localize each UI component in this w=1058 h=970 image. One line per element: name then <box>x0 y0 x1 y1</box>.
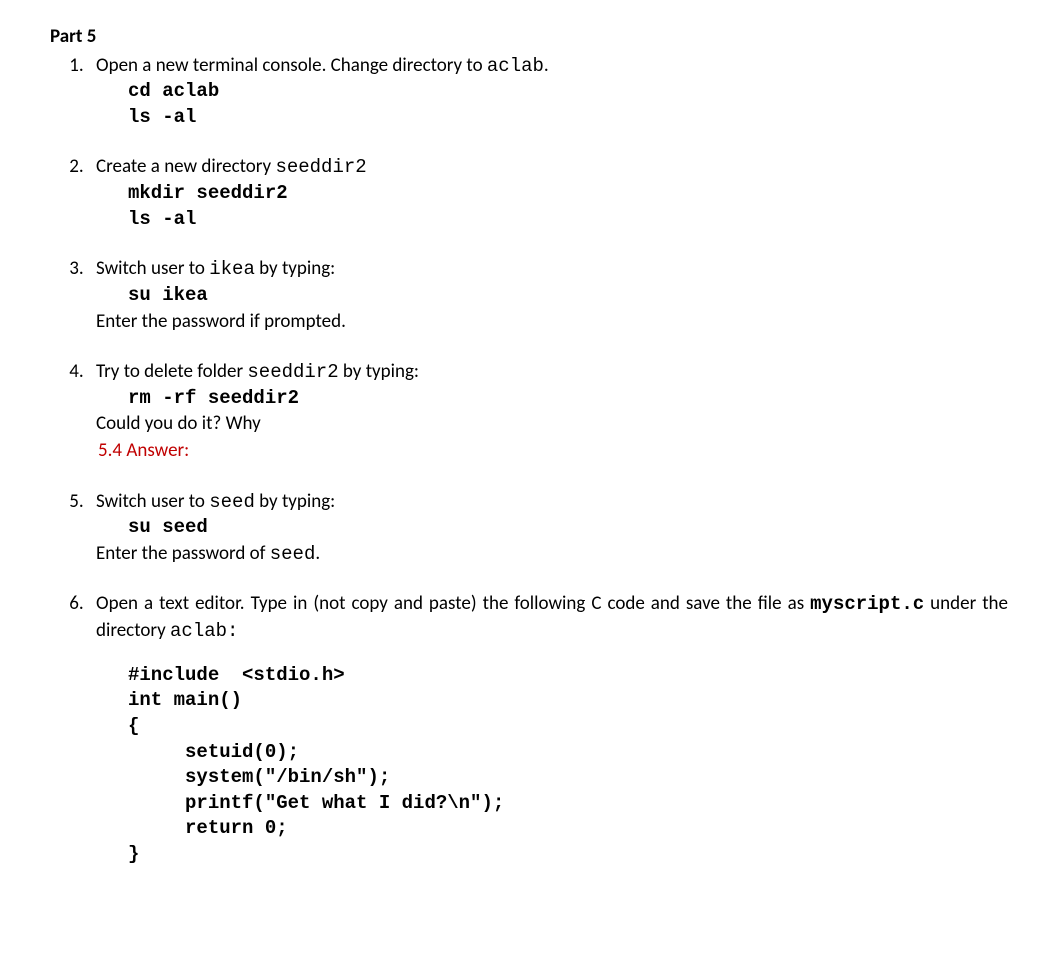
text: by typing: <box>339 360 419 383</box>
followup-text: Enter the password if prompted. <box>96 309 1008 336</box>
step-3: Switch user to ikea by typing: su ikea E… <box>88 256 1008 335</box>
text: Open a text editor. Type in (not copy an… <box>96 592 810 615</box>
step-6-text: Open a text editor. Type in (not copy an… <box>96 591 1008 644</box>
command-block: su ikea <box>128 283 1008 309</box>
inline-code: seed <box>270 543 316 565</box>
inline-code: seed <box>209 491 255 513</box>
text: Try to delete folder <box>96 360 247 383</box>
followup-text: Could you do it? Why <box>96 411 1008 438</box>
command-block: mkdir seeddir2 ls -al <box>128 181 1008 232</box>
command-block: cd aclab ls -al <box>128 79 1008 130</box>
step-4: Try to delete folder seeddir2 by typing:… <box>88 359 1008 464</box>
inline-code: aclab <box>487 55 544 77</box>
step-3-text: Switch user to ikea by typing: <box>96 257 335 280</box>
text: Switch user to <box>96 490 209 513</box>
inline-code: seeddir2 <box>275 156 366 178</box>
text: Switch user to <box>96 257 209 280</box>
inline-code: seeddir2 <box>247 361 338 383</box>
text: Enter the password of <box>96 542 270 565</box>
text: by typing: <box>255 257 335 280</box>
instruction-list: Open a new terminal console. Change dire… <box>50 53 1008 868</box>
text: Open a new terminal console. Change dire… <box>96 54 487 77</box>
answer-label: 5.4 Answer: <box>98 438 1008 465</box>
text: . <box>315 542 320 565</box>
text: by typing: <box>255 490 335 513</box>
followup-text: Enter the password of seed. <box>96 541 1008 568</box>
step-1-text: Open a new terminal console. Change dire… <box>96 54 549 77</box>
part-title: Part 5 <box>50 24 1008 51</box>
step-6: Open a text editor. Type in (not copy an… <box>88 591 1008 867</box>
inline-code: myscript.c <box>810 593 924 615</box>
step-4-text: Try to delete folder seeddir2 by typing: <box>96 360 419 383</box>
text: Create a new directory <box>96 155 275 178</box>
inline-code: ikea <box>209 258 255 280</box>
command-block: su seed <box>128 515 1008 541</box>
step-2-text: Create a new directory seeddir2 <box>96 155 367 178</box>
step-2: Create a new directory seeddir2 mkdir se… <box>88 154 1008 232</box>
step-1: Open a new terminal console. Change dire… <box>88 53 1008 131</box>
step-5-text: Switch user to seed by typing: <box>96 490 335 513</box>
text: . <box>544 54 549 77</box>
command-block: rm -rf seeddir2 <box>128 386 1008 412</box>
inline-code: aclab: <box>170 620 238 642</box>
step-5: Switch user to seed by typing: su seed E… <box>88 489 1008 568</box>
code-block: #include <stdio.h> int main() { setuid(0… <box>128 663 1008 868</box>
